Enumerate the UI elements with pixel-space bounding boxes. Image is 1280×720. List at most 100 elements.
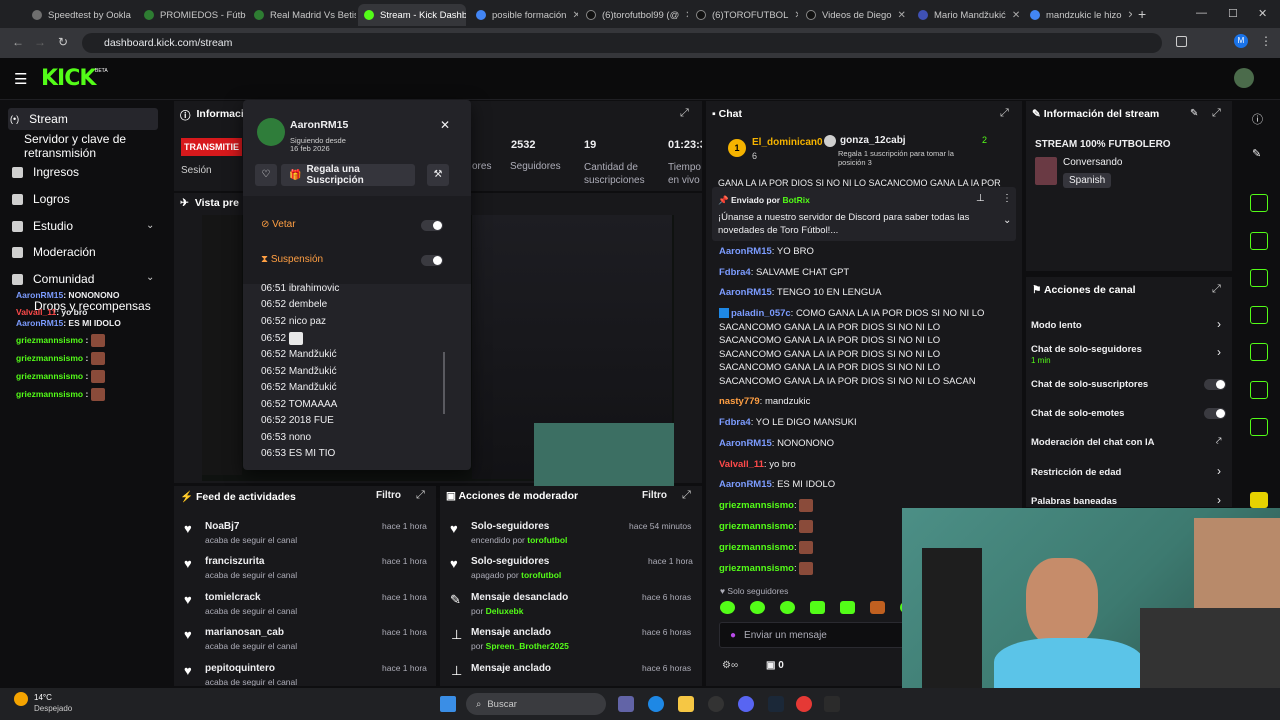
emote-icon[interactable] [810, 601, 825, 614]
forward-arrow-icon[interactable]: → [34, 35, 46, 49]
maximize-icon[interactable]: ☐ [1228, 7, 1238, 20]
close-icon[interactable]: ✕ [898, 10, 906, 21]
emotes-only-toggle[interactable] [1204, 408, 1226, 419]
rail-button[interactable] [1250, 343, 1268, 361]
reload-icon[interactable]: ↻ [58, 35, 68, 49]
more-options-icon[interactable]: ⋮ [1002, 193, 1012, 204]
chat-message[interactable]: AaronRM15: ES MI IDOLO [719, 478, 835, 492]
app-icon[interactable] [796, 696, 812, 712]
chevron-down-icon[interactable]: ⌄ [1003, 215, 1011, 226]
ban-toggle[interactable] [421, 220, 443, 231]
emote-icon[interactable] [780, 601, 795, 614]
profile-avatar-icon[interactable]: M [1234, 34, 1248, 48]
channel-action-banned-words[interactable]: Palabras baneadas [1031, 496, 1117, 507]
browser-tab[interactable]: Videos de Diego ✕ [800, 4, 910, 26]
window-close-icon[interactable]: ✕ [1258, 7, 1267, 20]
emote-icon[interactable] [720, 601, 735, 614]
minimize-icon[interactable]: — [1196, 7, 1207, 19]
address-bar[interactable]: dashboard.kick.com/stream [82, 33, 1162, 53]
pinned-message[interactable]: 📌 Enviado por BotRix ⊥ ⋮ ¡Únanse a nuest… [712, 187, 1016, 241]
chat-message[interactable]: nasty779: mandzukic [719, 395, 810, 409]
emote-icon[interactable] [750, 601, 765, 614]
chat-settings-icon[interactable]: ⚙∞ [722, 660, 738, 671]
info-icon[interactable]: ⓘ [1252, 111, 1263, 127]
expand-icon[interactable]: ⤢ [1000, 107, 1009, 120]
teams-icon[interactable] [618, 696, 634, 712]
sidebar-item-revenue[interactable]: Ingresos [12, 161, 79, 183]
expand-icon[interactable]: ⤢ [416, 489, 425, 502]
scrollbar[interactable] [443, 352, 445, 414]
channel-action-followers-only[interactable]: Chat de solo-seguidores [1031, 344, 1142, 355]
chevron-right-icon[interactable]: › [1217, 464, 1221, 478]
chat-message[interactable]: griezmannsismo: [719, 541, 814, 555]
filter-button[interactable]: Filtro [642, 490, 667, 501]
browser-tab[interactable]: Speedtest by Ookla✕ [26, 4, 136, 26]
chat-message[interactable]: griezmannsismo: [719, 499, 814, 513]
pinned-by-user[interactable]: BotRix [782, 195, 809, 205]
close-icon[interactable]: ✕ [685, 10, 688, 21]
windows-start-icon[interactable] [440, 696, 456, 712]
expand-icon[interactable]: ⤢ [682, 489, 691, 502]
extensions-icon[interactable] [1176, 36, 1187, 47]
filter-button[interactable]: Filtro [376, 490, 401, 501]
obs-icon[interactable] [708, 696, 724, 712]
channel-action-slow-mode[interactable]: Modo lento [1031, 320, 1082, 331]
mod-action-user[interactable]: torofutbol [521, 570, 561, 580]
sidebar-item-stream[interactable]: (•) Stream [8, 108, 158, 130]
chat-message[interactable]: paladin_057c: COMO GANA LA IA POR DIOS S… [719, 307, 1001, 388]
browser-tab[interactable]: mandzukic le hizo ✕ [1024, 4, 1132, 26]
browser-tab[interactable]: Real Madrid Vs Betis✕ [248, 4, 356, 26]
channel-action-ai-moderation[interactable]: Moderación del chat con IA [1031, 437, 1155, 448]
close-icon[interactable]: ✕ [440, 118, 450, 132]
feed-user[interactable]: tomielcrack [205, 592, 261, 603]
chevron-right-icon[interactable]: › [1217, 317, 1221, 331]
browser-tab[interactable]: (6)torofutbol99 (@✕ [580, 4, 688, 26]
expand-icon[interactable]: ⤢ [1212, 283, 1221, 296]
rail-button[interactable] [1250, 381, 1268, 399]
file-explorer-icon[interactable] [678, 696, 694, 712]
browser-tab[interactable]: PROMIEDOS - Fútbol✕ [138, 4, 246, 26]
feed-user[interactable]: pepitoquintero [205, 663, 275, 674]
rail-button[interactable] [1250, 232, 1268, 250]
close-icon[interactable]: ✕ [1128, 10, 1132, 21]
edit-icon[interactable]: ✎ [1252, 147, 1261, 160]
mod-action-user[interactable]: torofutbol [527, 535, 567, 545]
rail-button[interactable] [1250, 269, 1268, 287]
browser-menu-icon[interactable]: ⋮ [1260, 34, 1272, 48]
sidebar-item-moderation[interactable]: Moderación [12, 241, 96, 263]
new-tab-plus-icon[interactable]: + [1138, 6, 1146, 22]
discord-icon[interactable] [738, 696, 754, 712]
external-link-icon[interactable]: ⤤ [1216, 436, 1222, 447]
category-name[interactable]: Conversando [1063, 157, 1122, 168]
top-gifter-name[interactable]: El_dominican0 [752, 137, 823, 148]
chat-message[interactable]: Fdbra4: YO LE DIGO MANSUKI [719, 416, 857, 430]
hamburger-menu-icon[interactable]: ☰ [14, 70, 27, 88]
chevron-right-icon[interactable]: › [1217, 345, 1221, 359]
terminal-icon[interactable] [824, 696, 840, 712]
user-avatar[interactable] [1234, 68, 1254, 88]
emote-icon[interactable] [870, 601, 885, 614]
edit-icon[interactable]: ✎ [1190, 108, 1198, 119]
feed-user[interactable]: marianosan_cab [205, 627, 284, 638]
pin-icon[interactable]: ⊥ [976, 193, 985, 204]
sidebar-item-studio[interactable]: Estudio [12, 215, 73, 237]
close-icon[interactable]: ✕ [794, 10, 798, 21]
rail-button[interactable] [1250, 492, 1268, 508]
taskbar-search[interactable]: ⌕ Buscar [466, 693, 606, 715]
channel-action-age-restriction[interactable]: Restricción de edad [1031, 467, 1121, 478]
subs-only-toggle[interactable] [1204, 379, 1226, 390]
chrome-icon[interactable] [648, 696, 664, 712]
rail-button[interactable] [1250, 194, 1268, 212]
back-arrow-icon[interactable]: ← [12, 35, 24, 49]
gift-sub-button[interactable]: 🎁 Regala una Suscripción [281, 164, 415, 186]
rail-button[interactable] [1250, 306, 1268, 324]
chat-message[interactable]: AaronRM15: NONONONO [719, 437, 834, 451]
chat-message[interactable]: AaronRM15: YO BRO [719, 245, 814, 259]
chevron-down-icon[interactable]: ⌄ [146, 220, 154, 231]
expand-icon[interactable]: ⤢ [1212, 107, 1221, 120]
expand-icon[interactable]: ⤢ [680, 107, 689, 120]
chat-message[interactable]: Valvall_11: yo bro [719, 458, 796, 472]
browser-tab[interactable]: (6)TOROFUTBOL✕ [690, 4, 798, 26]
follow-heart-button[interactable]: ♡ [255, 164, 277, 186]
mod-action-user[interactable]: Deluxebk [486, 606, 524, 616]
